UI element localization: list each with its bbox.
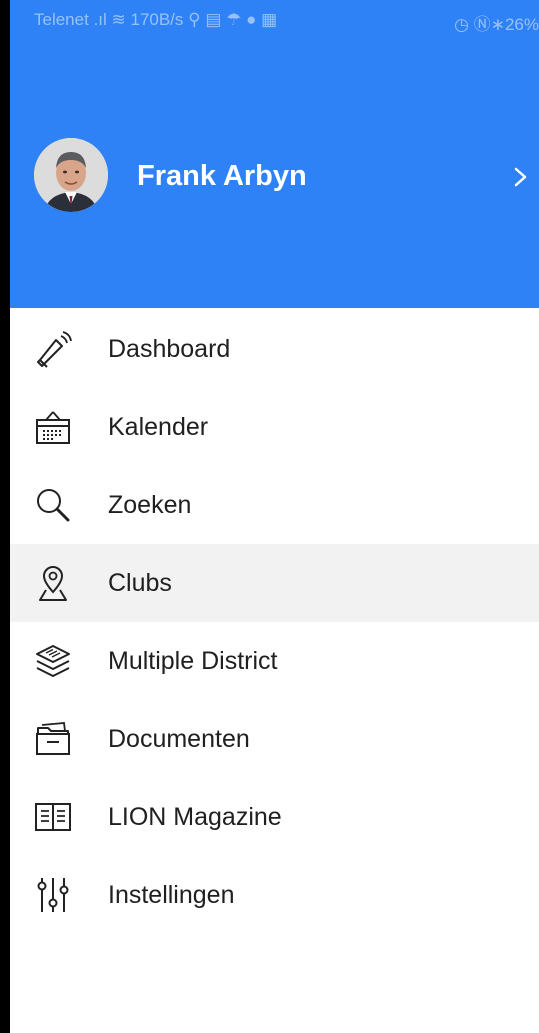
avatar[interactable]	[34, 138, 108, 212]
menu-item-label: LION Magazine	[108, 802, 282, 831]
profile-name[interactable]: Frank Arbyn	[137, 160, 307, 193]
megaphone-icon	[37, 331, 72, 368]
battery-percent: 26%	[504, 15, 539, 34]
menu-item-label: Dashboard	[108, 334, 231, 363]
bluetooth-icon: ∗	[490, 15, 505, 34]
menu-item-label: Instellingen	[108, 880, 235, 909]
menu-item-kalender[interactable]: Kalender	[10, 388, 539, 466]
status-left: Telenet .ıl ≋ 170B/s ⚲ ▤ ☂ ● ▦	[34, 10, 277, 30]
layers-icon	[36, 645, 70, 677]
sliders-icon	[37, 878, 69, 912]
menu-item-multiple-district[interactable]: Multiple District	[10, 622, 539, 700]
calendar-icon	[36, 411, 70, 444]
signal-icon: .ıl ≋	[93, 10, 131, 29]
menu-item-clubs[interactable]: Clubs	[10, 544, 539, 622]
folder-icon	[36, 722, 70, 755]
screen-edge	[0, 0, 10, 1033]
menu-item-label: Zoeken	[108, 490, 192, 519]
chevron-right-icon[interactable]	[510, 162, 534, 192]
nfc-icon: Ⓝ	[473, 15, 491, 34]
menu-item-label: Kalender	[108, 412, 209, 441]
menu-item-documenten[interactable]: Documenten	[10, 700, 539, 778]
drawer-menu: Dashboard Kalender Zoeken Clubs Multiple…	[10, 310, 539, 934]
menu-item-label: Clubs	[108, 568, 172, 597]
menu-item-dashboard[interactable]: Dashboard	[10, 310, 539, 388]
menu-item-label: Multiple District	[108, 646, 278, 675]
search-icon	[37, 489, 70, 522]
menu-item-lion-magazine[interactable]: LION Magazine	[10, 778, 539, 856]
notification-icons: ⚲ ▤ ☂ ● ▦	[188, 10, 278, 29]
network-speed: 170B/s	[130, 10, 184, 29]
carrier-label: Telenet	[34, 10, 89, 29]
status-bar: Telenet .ıl ≋ 170B/s ⚲ ▤ ☂ ● ▦ ◷ Ⓝ∗26%	[10, 0, 539, 40]
status-right: ◷ Ⓝ∗26%	[454, 10, 539, 35]
profile-header[interactable]	[34, 138, 108, 212]
menu-item-label: Documenten	[108, 724, 250, 753]
magazine-icon	[35, 803, 71, 831]
location-pin-icon	[39, 566, 67, 601]
alarm-icon: ◷	[454, 15, 474, 34]
menu-item-zoeken[interactable]: Zoeken	[10, 466, 539, 544]
menu-item-instellingen[interactable]: Instellingen	[10, 856, 539, 934]
